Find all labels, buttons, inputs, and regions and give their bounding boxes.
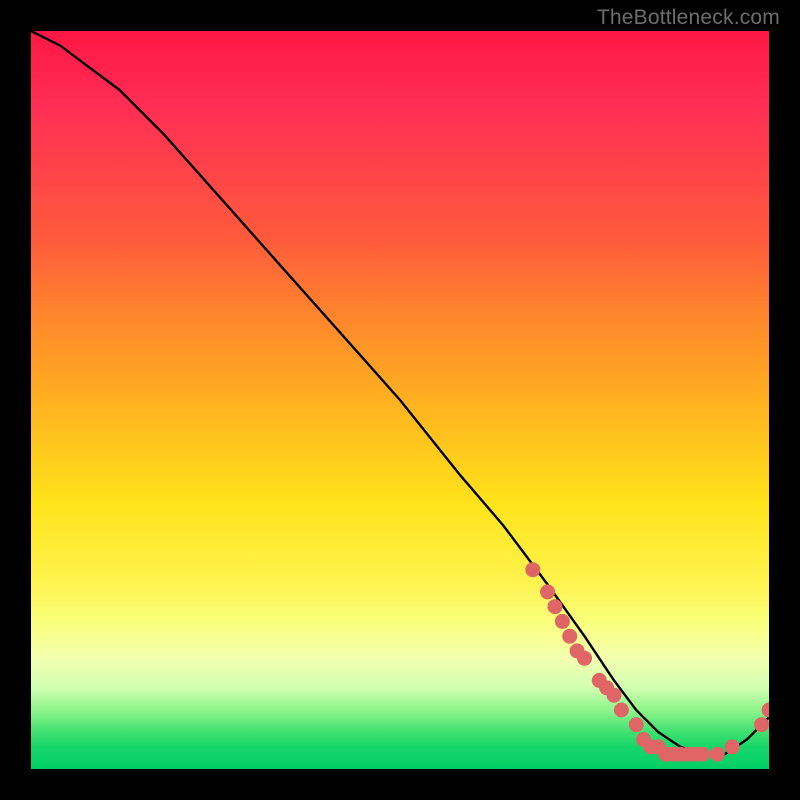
watermark-text: TheBottleneck.com (597, 6, 780, 30)
marker-point (629, 717, 644, 732)
marker-point (762, 703, 770, 718)
plot-svg (31, 31, 769, 769)
marker-point (555, 614, 570, 629)
bottleneck-curve (31, 31, 769, 754)
chart-stage: TheBottleneck.com (0, 0, 800, 800)
marker-point (548, 599, 563, 614)
highlighted-points (525, 562, 769, 762)
marker-point (562, 629, 577, 644)
marker-point (540, 584, 555, 599)
marker-point (607, 688, 622, 703)
marker-point (614, 703, 629, 718)
marker-point (525, 562, 540, 577)
marker-point (710, 747, 725, 762)
marker-point (577, 651, 592, 666)
marker-point (695, 747, 710, 762)
marker-point (754, 717, 769, 732)
plot-area (31, 31, 769, 769)
marker-point (725, 739, 740, 754)
